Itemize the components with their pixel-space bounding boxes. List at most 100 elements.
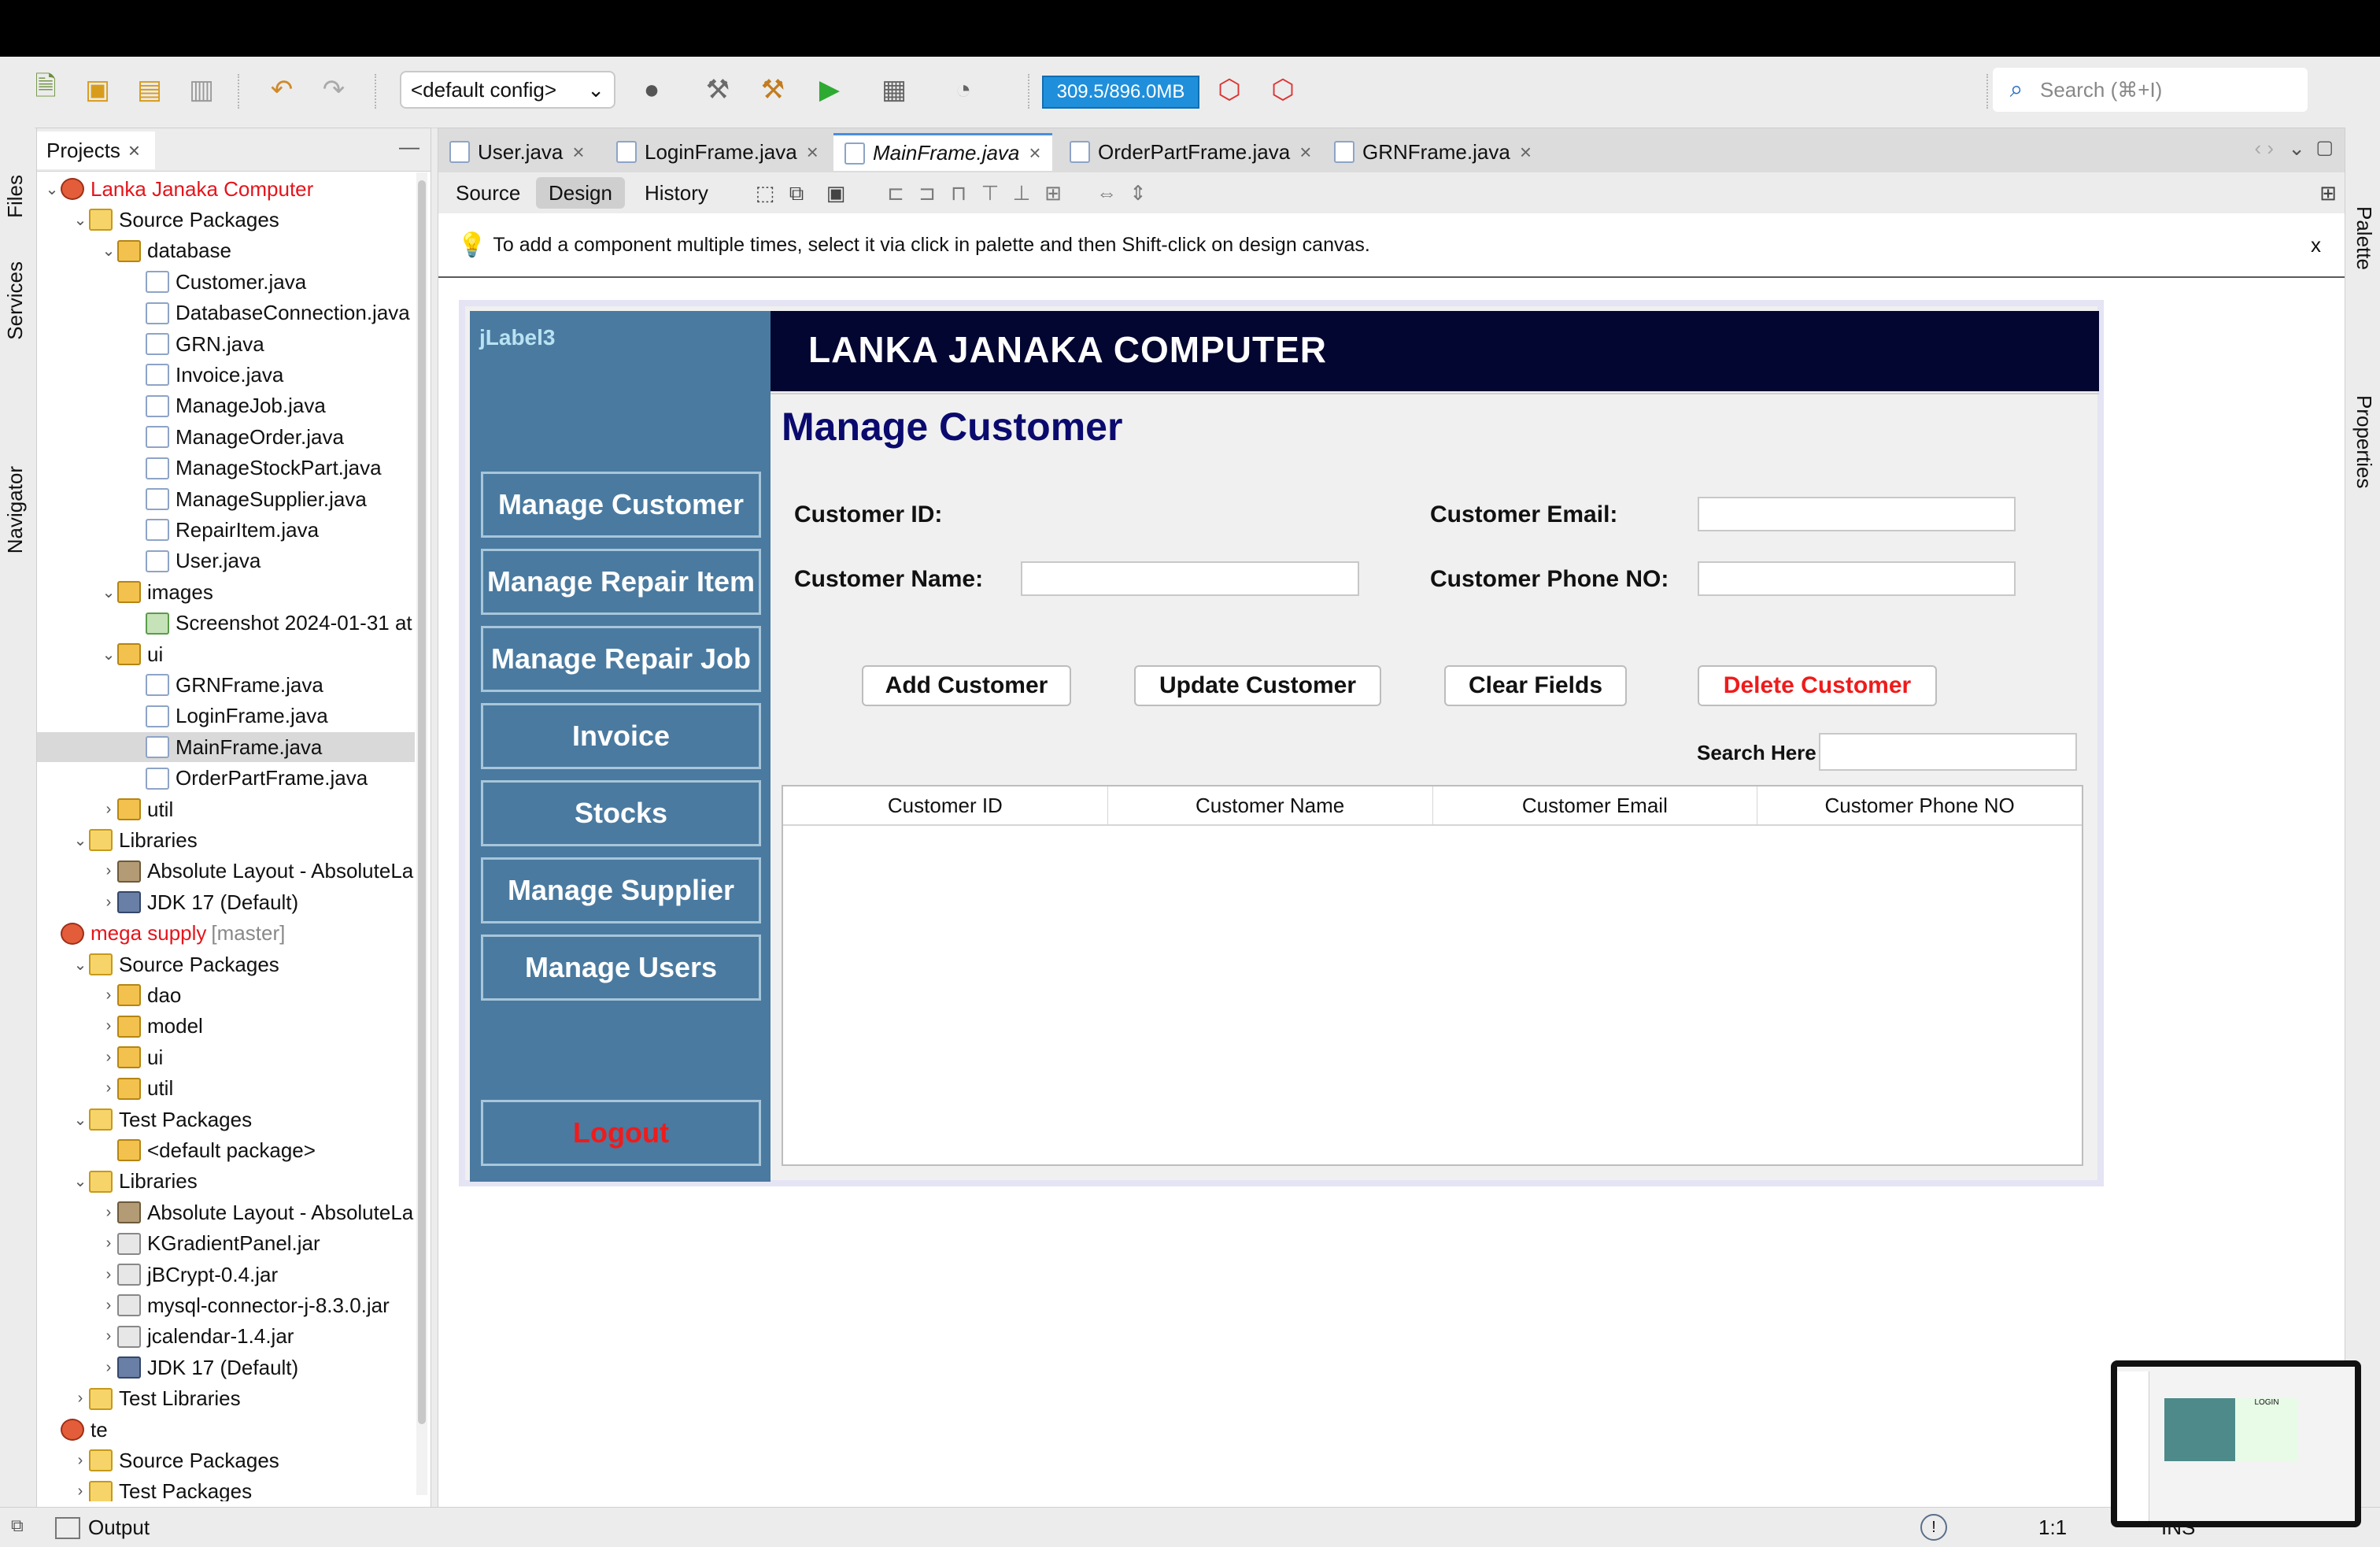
save-all-icon[interactable]: ▥ bbox=[183, 71, 220, 109]
tree-item[interactable]: › Test Packages bbox=[37, 1477, 415, 1501]
chevron-right-icon[interactable]: › bbox=[100, 1359, 117, 1377]
screenshot-thumbnail[interactable]: LOGIN bbox=[2111, 1360, 2361, 1527]
tree-item[interactable]: DatabaseConnection.java bbox=[37, 298, 415, 328]
customer-phone-field[interactable] bbox=[1698, 561, 2016, 596]
config-select[interactable]: <default config> ⌄ bbox=[400, 71, 615, 109]
invoice-button[interactable]: Invoice bbox=[481, 703, 761, 769]
chevron-right-icon[interactable]: › bbox=[100, 801, 117, 819]
close-icon[interactable]: × bbox=[1520, 140, 1532, 165]
chevron-right-icon[interactable]: › bbox=[72, 1482, 89, 1501]
chevron-right-icon[interactable]: › bbox=[100, 862, 117, 880]
chevron-right-icon[interactable]: › bbox=[100, 1266, 117, 1284]
manage-repair-item-button[interactable]: Manage Repair Item bbox=[481, 549, 761, 615]
close-icon[interactable]: × bbox=[572, 140, 584, 165]
palette-side-tab[interactable]: Palette bbox=[2352, 206, 2376, 270]
tree-item[interactable]: ⌄ Source Packages bbox=[37, 205, 415, 235]
history-tab[interactable]: History bbox=[632, 177, 721, 209]
resize-vertical-icon[interactable]: ⇕ bbox=[1126, 182, 1150, 204]
tree-item[interactable]: › Source Packages bbox=[37, 1445, 415, 1475]
gc-icon[interactable]: ⬡ bbox=[1210, 71, 1248, 109]
close-icon[interactable]: × bbox=[128, 139, 140, 163]
tree-item[interactable]: ManageStockPart.java bbox=[37, 453, 415, 483]
tree-item[interactable]: mega supply [master] bbox=[37, 919, 415, 949]
chevron-right-icon[interactable]: › bbox=[100, 1234, 117, 1253]
tree-item[interactable]: GRN.java bbox=[37, 329, 415, 359]
tree-item[interactable]: › jcalendar-1.4.jar bbox=[37, 1322, 415, 1352]
chevron-right-icon[interactable]: › bbox=[100, 1327, 117, 1345]
tree-item[interactable]: LoginFrame.java bbox=[37, 701, 415, 731]
tree-item[interactable]: ⌄ database bbox=[37, 236, 415, 266]
close-icon[interactable]: × bbox=[807, 140, 819, 165]
globe-icon[interactable]: ● bbox=[633, 71, 671, 109]
align-right-icon[interactable]: ⊐ bbox=[915, 182, 939, 204]
tree-item[interactable]: › mysql-connector-j-8.3.0.jar bbox=[37, 1290, 415, 1320]
tree-item[interactable]: MainFrame.java bbox=[37, 732, 415, 763]
output-tab[interactable]: Output bbox=[55, 1516, 150, 1540]
align-top-icon[interactable]: ⊤ bbox=[978, 182, 1002, 204]
tree-item[interactable]: ⌄ Libraries bbox=[37, 825, 415, 855]
profiler-snapshot-icon[interactable]: ⬡ bbox=[1264, 71, 1302, 109]
manage-users-button[interactable]: Manage Users bbox=[481, 934, 761, 1001]
maximize-icon[interactable]: ▢ bbox=[2315, 136, 2334, 159]
tree-item[interactable]: ⌄ Libraries bbox=[37, 1167, 415, 1197]
file-tab[interactable]: User.java × bbox=[438, 133, 596, 171]
align-center-icon[interactable]: ⊓ bbox=[947, 182, 970, 204]
column-header[interactable]: Customer ID bbox=[783, 786, 1108, 824]
column-header[interactable]: Customer Phone NO bbox=[1757, 786, 2082, 824]
properties-side-tab[interactable]: Properties bbox=[2352, 395, 2376, 489]
notifications-icon[interactable]: ! bbox=[1920, 1514, 1947, 1541]
tree-item[interactable]: › util bbox=[37, 794, 415, 824]
close-icon[interactable]: × bbox=[1299, 140, 1311, 165]
chevron-right-icon[interactable]: › bbox=[100, 894, 117, 912]
chevron-right-icon[interactable]: › bbox=[100, 1079, 117, 1097]
customer-table[interactable]: Customer ID Customer Name Customer Email… bbox=[782, 785, 2083, 1166]
chevron-down-icon[interactable]: ⌄ bbox=[100, 241, 117, 261]
file-tab[interactable]: LoginFrame.java × bbox=[605, 133, 830, 171]
tree-item[interactable]: User.java bbox=[37, 546, 415, 576]
tree-item[interactable]: › jBCrypt-0.4.jar bbox=[37, 1260, 415, 1290]
tree-item[interactable]: › KGradientPanel.jar bbox=[37, 1229, 415, 1259]
add-customer-button[interactable]: Add Customer bbox=[862, 665, 1071, 706]
run-icon[interactable]: ▶ bbox=[811, 71, 848, 109]
tree-item[interactable]: Invoice.java bbox=[37, 360, 415, 390]
grid-icon[interactable]: ⊞ bbox=[2316, 182, 2340, 204]
open-project-icon[interactable]: ▤ bbox=[131, 71, 168, 109]
search-input[interactable] bbox=[1819, 733, 2077, 771]
restore-window-icon[interactable]: ⧉ bbox=[11, 1516, 24, 1536]
chevron-down-icon[interactable]: ⌄ bbox=[100, 645, 117, 664]
chevron-down-icon[interactable]: ⌄ bbox=[43, 179, 61, 199]
ide-search-input[interactable]: ⌕ Search (⌘+I) bbox=[1993, 68, 2308, 112]
delete-customer-button[interactable]: Delete Customer bbox=[1698, 665, 1937, 706]
scroll-tabs-left-icon[interactable]: ‹ › bbox=[2254, 136, 2274, 161]
tree-item[interactable]: ⌄ Lanka Janaka Computer bbox=[37, 174, 415, 204]
tree-item[interactable]: ⌄ Source Packages bbox=[37, 949, 415, 979]
chevron-right-icon[interactable]: › bbox=[100, 1204, 117, 1222]
chevron-down-icon[interactable]: ⌄ bbox=[72, 210, 89, 230]
tree-item[interactable]: › model bbox=[37, 1012, 415, 1042]
navigator-side-tab[interactable]: Navigator bbox=[3, 466, 28, 553]
chevron-right-icon[interactable]: › bbox=[100, 1049, 117, 1067]
source-tab[interactable]: Source bbox=[443, 177, 533, 209]
chevron-down-icon[interactable]: ⌄ bbox=[72, 955, 89, 975]
tree-scrollbar[interactable] bbox=[416, 172, 427, 1495]
chevron-down-icon[interactable]: ⌄ bbox=[72, 831, 89, 850]
align-bottom-icon[interactable]: ⊥ bbox=[1010, 182, 1033, 204]
projects-tab[interactable]: Projects × bbox=[37, 131, 155, 169]
manage-supplier-button[interactable]: Manage Supplier bbox=[481, 857, 761, 923]
chevron-right-icon[interactable]: › bbox=[100, 1297, 117, 1315]
scrollbar-thumb[interactable] bbox=[418, 180, 426, 1424]
connection-mode-icon[interactable]: ⧉ bbox=[785, 182, 808, 204]
tree-item[interactable]: ManageJob.java bbox=[37, 391, 415, 421]
file-tab-active[interactable]: MainFrame.java × bbox=[833, 133, 1052, 171]
file-tab[interactable]: OrderPartFrame.java × bbox=[1059, 133, 1322, 171]
debug-icon[interactable]: ▦ bbox=[875, 71, 913, 109]
tree-item[interactable]: ManageSupplier.java bbox=[37, 484, 415, 514]
tree-item[interactable]: Screenshot 2024-01-31 at bbox=[37, 609, 415, 638]
tree-item[interactable]: ManageOrder.java bbox=[37, 422, 415, 452]
clean-build-icon[interactable]: ⚒ bbox=[754, 71, 792, 109]
clear-fields-button[interactable]: Clear Fields bbox=[1444, 665, 1627, 706]
tree-item[interactable]: › dao bbox=[37, 980, 415, 1010]
tree-item[interactable]: › Test Libraries bbox=[37, 1384, 415, 1414]
services-side-tab[interactable]: Services bbox=[3, 261, 28, 340]
close-icon[interactable]: × bbox=[1029, 141, 1040, 165]
